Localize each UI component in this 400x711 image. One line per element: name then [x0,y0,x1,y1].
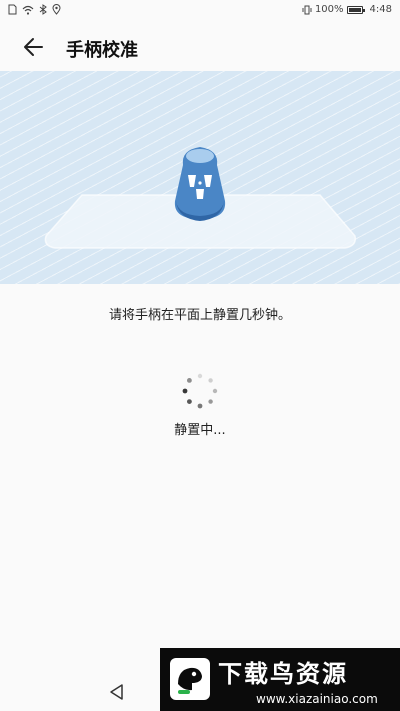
arrow-left-icon [24,38,43,56]
battery-icon [346,6,365,14]
calibration-illustration [0,71,400,284]
watermark-logo-icon [170,658,210,700]
gamepad-on-platform-illustration [44,147,357,249]
sim-icon [8,4,17,15]
battery-percent: 100% [314,4,344,15]
status-bar-left [8,4,61,15]
loading-spinner [178,371,222,411]
status-bar: 100% 4:48 [0,0,400,22]
location-icon [52,4,61,15]
status-bar-right: 100% 4:48 [302,4,392,16]
watermark-banner: 下载鸟资源 www.xiazainiao.com [160,648,400,711]
gamepad-icon [174,147,226,221]
page-title: 手柄校准 [66,40,138,61]
watermark-title: 下载鸟资源 [218,660,348,688]
wifi-icon [22,5,34,15]
calibration-status: 静置中... [174,423,226,438]
watermark-url: www.xiazainiao.com [256,692,378,706]
spinner-icon [182,373,218,409]
app-bar: 手柄校准 [0,24,400,70]
bluetooth-icon [39,4,47,15]
nav-back-button[interactable] [108,683,126,701]
clock: 4:48 [369,4,392,15]
back-button[interactable] [20,34,52,60]
instruction-text: 请将手柄在平面上静置几秒钟。 [108,308,291,323]
triangle-back-icon [110,684,123,700]
vibrate-icon [302,5,312,15]
